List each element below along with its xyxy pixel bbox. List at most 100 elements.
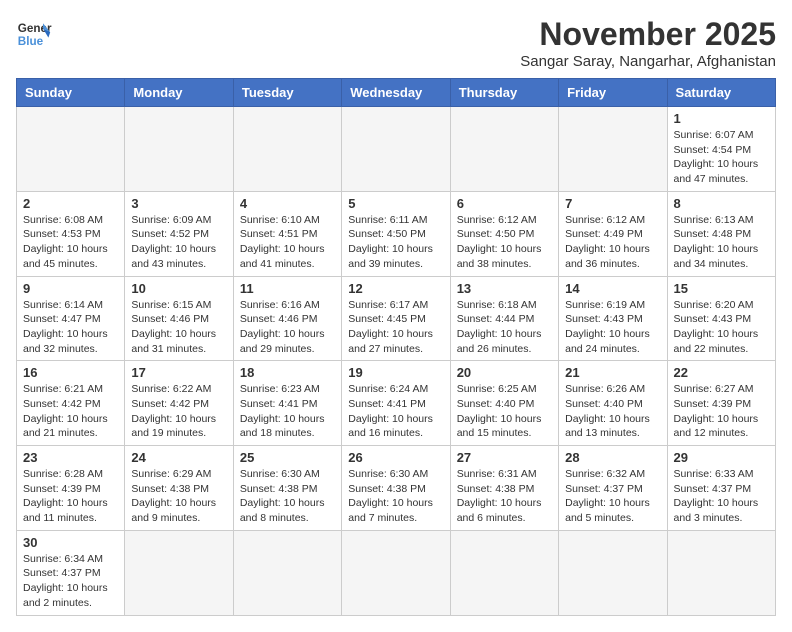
day-info-26: Sunrise: 6:30 AMSunset: 4:38 PMDaylight:… [348, 468, 433, 524]
day-number-22: 22 [674, 365, 769, 380]
empty-cell [559, 107, 667, 192]
empty-cell [17, 107, 125, 192]
day-info-10: Sunrise: 6:15 AMSunset: 4:46 PMDaylight:… [131, 299, 216, 355]
day-info-13: Sunrise: 6:18 AMSunset: 4:44 PMDaylight:… [457, 299, 542, 355]
day-30: 30 Sunrise: 6:34 AMSunset: 4:37 PMDaylig… [17, 530, 125, 615]
day-10: 10 Sunrise: 6:15 AMSunset: 4:46 PMDaylig… [125, 276, 233, 361]
day-22: 22 Sunrise: 6:27 AMSunset: 4:39 PMDaylig… [667, 361, 775, 446]
day-number-20: 20 [457, 365, 552, 380]
calendar-row-2: 2 Sunrise: 6:08 AMSunset: 4:53 PMDayligh… [17, 191, 776, 276]
day-info-21: Sunrise: 6:26 AMSunset: 4:40 PMDaylight:… [565, 383, 650, 439]
day-info-30: Sunrise: 6:34 AMSunset: 4:37 PMDaylight:… [23, 553, 108, 609]
calendar-header-row: Sunday Monday Tuesday Wednesday Thursday… [17, 79, 776, 107]
day-info-12: Sunrise: 6:17 AMSunset: 4:45 PMDaylight:… [348, 299, 433, 355]
title-block: November 2025 Sangar Saray, Nangarhar, A… [520, 16, 776, 70]
logo: General Blue [16, 16, 52, 52]
day-12: 12 Sunrise: 6:17 AMSunset: 4:45 PMDaylig… [342, 276, 450, 361]
day-number-10: 10 [131, 281, 226, 296]
day-9: 9 Sunrise: 6:14 AMSunset: 4:47 PMDayligh… [17, 276, 125, 361]
day-number-25: 25 [240, 450, 335, 465]
calendar-subtitle: Sangar Saray, Nangarhar, Afghanistan [520, 53, 776, 70]
calendar-table: Sunday Monday Tuesday Wednesday Thursday… [16, 78, 776, 616]
day-number-16: 16 [23, 365, 118, 380]
day-number-11: 11 [240, 281, 335, 296]
day-1: 1 Sunrise: 6:07 AMSunset: 4:54 PMDayligh… [667, 107, 775, 192]
col-tuesday: Tuesday [233, 79, 341, 107]
day-number-29: 29 [674, 450, 769, 465]
day-4: 4 Sunrise: 6:10 AMSunset: 4:51 PMDayligh… [233, 191, 341, 276]
calendar-row-23: 23 Sunrise: 6:28 AMSunset: 4:39 PMDaylig… [17, 446, 776, 531]
day-info-9: Sunrise: 6:14 AMSunset: 4:47 PMDaylight:… [23, 299, 108, 355]
day-info-15: Sunrise: 6:20 AMSunset: 4:43 PMDaylight:… [674, 299, 759, 355]
day-info-19: Sunrise: 6:24 AMSunset: 4:41 PMDaylight:… [348, 383, 433, 439]
empty-cell [233, 530, 341, 615]
day-number-26: 26 [348, 450, 443, 465]
day-info-18: Sunrise: 6:23 AMSunset: 4:41 PMDaylight:… [240, 383, 325, 439]
day-number-17: 17 [131, 365, 226, 380]
day-info-25: Sunrise: 6:30 AMSunset: 4:38 PMDaylight:… [240, 468, 325, 524]
day-info-16: Sunrise: 6:21 AMSunset: 4:42 PMDaylight:… [23, 383, 108, 439]
day-number-14: 14 [565, 281, 660, 296]
day-number-24: 24 [131, 450, 226, 465]
empty-cell [450, 107, 558, 192]
day-number-23: 23 [23, 450, 118, 465]
day-number-9: 9 [23, 281, 118, 296]
page-header: General Blue November 2025 Sangar Saray,… [16, 16, 776, 70]
day-info-8: Sunrise: 6:13 AMSunset: 4:48 PMDaylight:… [674, 214, 759, 270]
day-16: 16 Sunrise: 6:21 AMSunset: 4:42 PMDaylig… [17, 361, 125, 446]
day-info-23: Sunrise: 6:28 AMSunset: 4:39 PMDaylight:… [23, 468, 108, 524]
day-25: 25 Sunrise: 6:30 AMSunset: 4:38 PMDaylig… [233, 446, 341, 531]
day-info-1: Sunrise: 6:07 AMSunset: 4:54 PMDaylight:… [674, 129, 759, 185]
calendar-row-1: 1 Sunrise: 6:07 AMSunset: 4:54 PMDayligh… [17, 107, 776, 192]
empty-cell [667, 530, 775, 615]
empty-cell [450, 530, 558, 615]
day-8: 8 Sunrise: 6:13 AMSunset: 4:48 PMDayligh… [667, 191, 775, 276]
day-number-19: 19 [348, 365, 443, 380]
day-15: 15 Sunrise: 6:20 AMSunset: 4:43 PMDaylig… [667, 276, 775, 361]
day-number-1: 1 [674, 111, 769, 126]
day-number-4: 4 [240, 196, 335, 211]
day-info-17: Sunrise: 6:22 AMSunset: 4:42 PMDaylight:… [131, 383, 216, 439]
day-number-21: 21 [565, 365, 660, 380]
empty-cell [125, 107, 233, 192]
day-number-5: 5 [348, 196, 443, 211]
day-19: 19 Sunrise: 6:24 AMSunset: 4:41 PMDaylig… [342, 361, 450, 446]
day-14: 14 Sunrise: 6:19 AMSunset: 4:43 PMDaylig… [559, 276, 667, 361]
day-number-30: 30 [23, 535, 118, 550]
col-thursday: Thursday [450, 79, 558, 107]
svg-text:Blue: Blue [18, 35, 44, 48]
day-info-5: Sunrise: 6:11 AMSunset: 4:50 PMDaylight:… [348, 214, 433, 270]
day-info-7: Sunrise: 6:12 AMSunset: 4:49 PMDaylight:… [565, 214, 650, 270]
day-5: 5 Sunrise: 6:11 AMSunset: 4:50 PMDayligh… [342, 191, 450, 276]
day-23: 23 Sunrise: 6:28 AMSunset: 4:39 PMDaylig… [17, 446, 125, 531]
empty-cell [342, 107, 450, 192]
day-info-22: Sunrise: 6:27 AMSunset: 4:39 PMDaylight:… [674, 383, 759, 439]
day-3: 3 Sunrise: 6:09 AMSunset: 4:52 PMDayligh… [125, 191, 233, 276]
day-24: 24 Sunrise: 6:29 AMSunset: 4:38 PMDaylig… [125, 446, 233, 531]
day-26: 26 Sunrise: 6:30 AMSunset: 4:38 PMDaylig… [342, 446, 450, 531]
day-27: 27 Sunrise: 6:31 AMSunset: 4:38 PMDaylig… [450, 446, 558, 531]
empty-cell [342, 530, 450, 615]
day-number-6: 6 [457, 196, 552, 211]
calendar-row-9: 9 Sunrise: 6:14 AMSunset: 4:47 PMDayligh… [17, 276, 776, 361]
day-7: 7 Sunrise: 6:12 AMSunset: 4:49 PMDayligh… [559, 191, 667, 276]
day-info-4: Sunrise: 6:10 AMSunset: 4:51 PMDaylight:… [240, 214, 325, 270]
empty-cell [233, 107, 341, 192]
day-number-15: 15 [674, 281, 769, 296]
day-info-28: Sunrise: 6:32 AMSunset: 4:37 PMDaylight:… [565, 468, 650, 524]
empty-cell [125, 530, 233, 615]
day-info-2: Sunrise: 6:08 AMSunset: 4:53 PMDaylight:… [23, 214, 108, 270]
day-6: 6 Sunrise: 6:12 AMSunset: 4:50 PMDayligh… [450, 191, 558, 276]
day-number-28: 28 [565, 450, 660, 465]
day-number-13: 13 [457, 281, 552, 296]
day-number-27: 27 [457, 450, 552, 465]
day-number-18: 18 [240, 365, 335, 380]
day-info-27: Sunrise: 6:31 AMSunset: 4:38 PMDaylight:… [457, 468, 542, 524]
day-28: 28 Sunrise: 6:32 AMSunset: 4:37 PMDaylig… [559, 446, 667, 531]
empty-cell [559, 530, 667, 615]
day-18: 18 Sunrise: 6:23 AMSunset: 4:41 PMDaylig… [233, 361, 341, 446]
calendar-row-30: 30 Sunrise: 6:34 AMSunset: 4:37 PMDaylig… [17, 530, 776, 615]
day-info-29: Sunrise: 6:33 AMSunset: 4:37 PMDaylight:… [674, 468, 759, 524]
day-13: 13 Sunrise: 6:18 AMSunset: 4:44 PMDaylig… [450, 276, 558, 361]
logo-icon: General Blue [16, 16, 52, 52]
